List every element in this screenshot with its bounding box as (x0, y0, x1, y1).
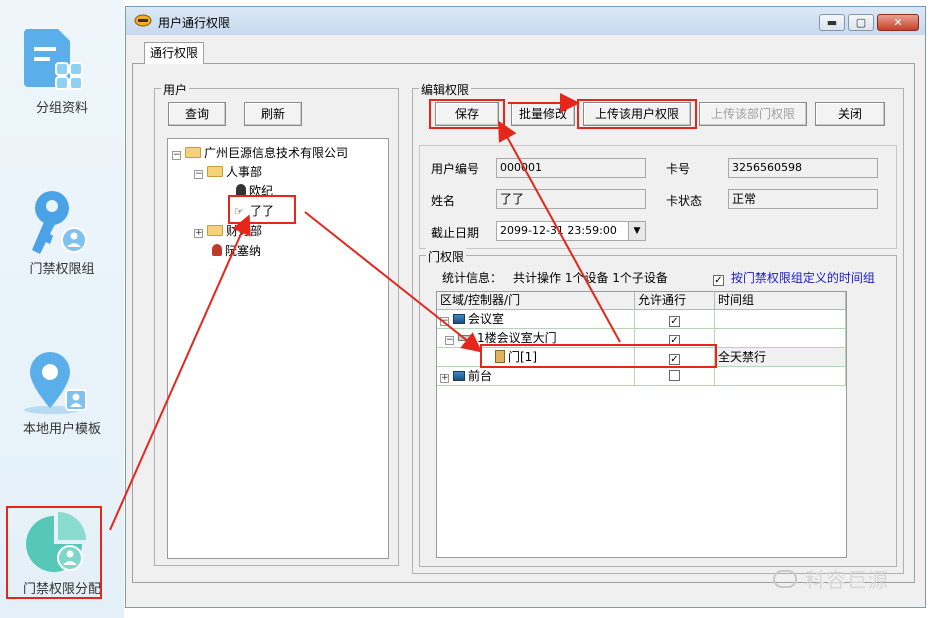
watermark: 科容巨源 (773, 564, 913, 594)
arrow-nav-to-user (109, 214, 251, 531)
arrow-door-to-save (498, 120, 621, 343)
annotation-arrows (109, 93, 621, 531)
watermark-text: 科容巨源 (804, 568, 889, 592)
wechat-icon (773, 569, 797, 588)
arrow-user-to-door (304, 211, 483, 353)
